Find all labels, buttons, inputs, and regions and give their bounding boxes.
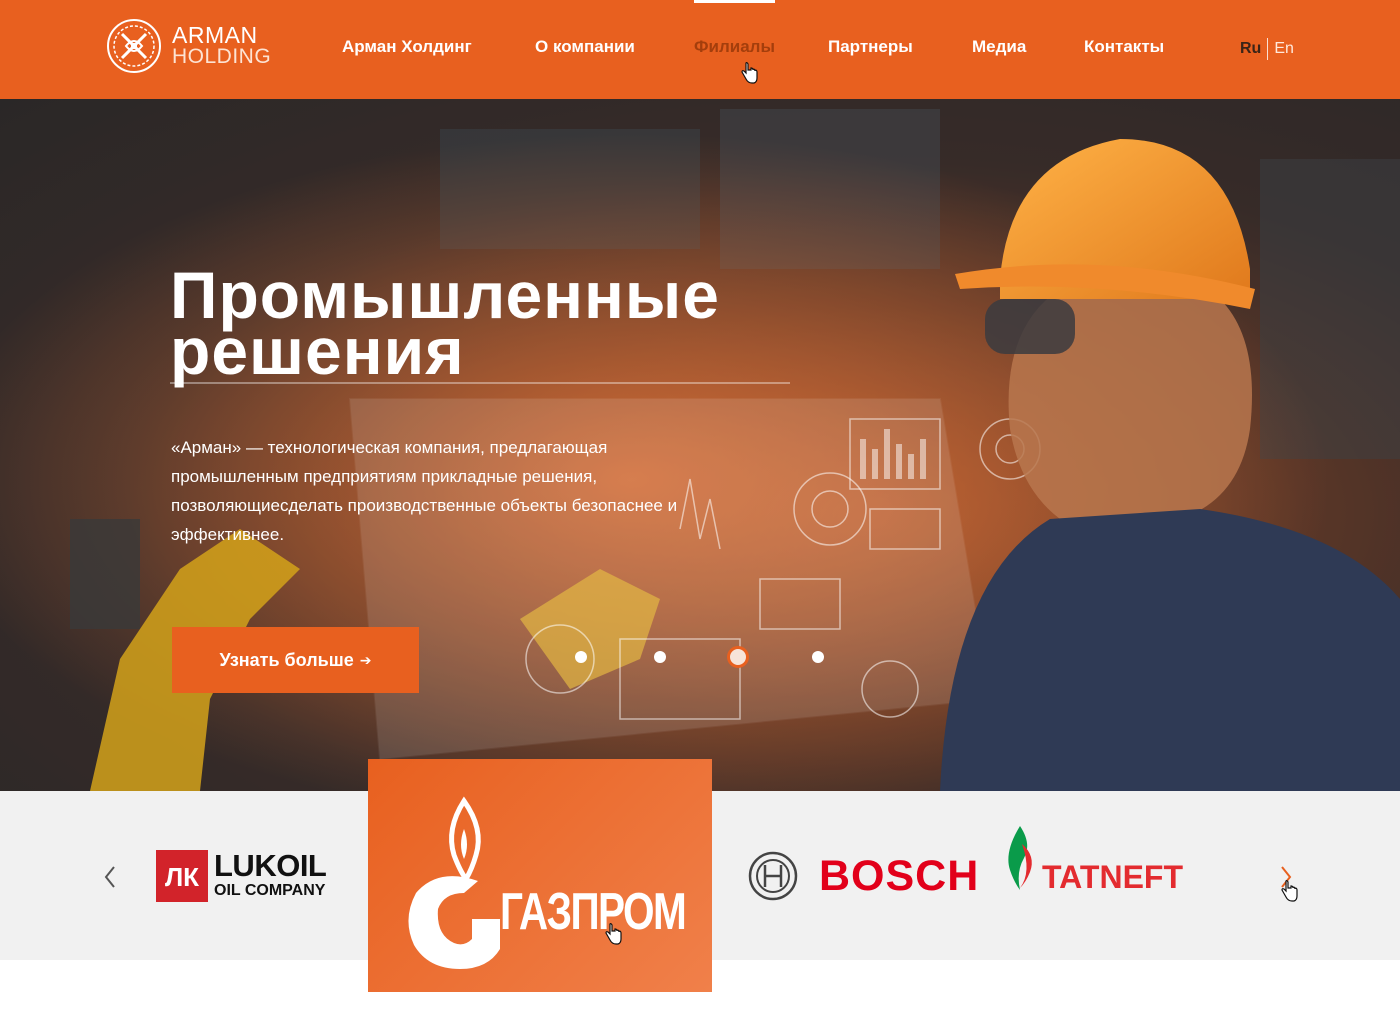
partner-bosch[interactable]: BOSCH [748, 850, 978, 902]
nav-item-contacts[interactable]: Контакты [1084, 0, 1164, 93]
hero-title: Промышленные решения [170, 262, 720, 384]
logo-line2: HOLDING [172, 45, 272, 68]
logo-line1: ARMAN [172, 22, 258, 48]
arman-logo-icon [107, 19, 161, 73]
gazprom-logo-icon [408, 796, 500, 969]
learn-more-button[interactable]: Узнать больше ➔ [172, 627, 419, 693]
hand-cursor-icon [605, 923, 622, 945]
lukoil-subtitle: OIL COMPANY [214, 882, 326, 899]
slider-dot-3[interactable] [727, 646, 749, 668]
logo-text: ARMAN HOLDING [172, 22, 272, 68]
slider-dot-1[interactable] [575, 651, 587, 663]
nav-item-branches[interactable]: Филиалы [694, 0, 775, 93]
hand-cursor-icon [741, 62, 758, 84]
lukoil-mark: ЛК [165, 862, 199, 892]
logo[interactable]: ARMAN HOLDING [106, 18, 271, 74]
lukoil-logo-icon: ЛК [156, 850, 208, 902]
hero-description: «Арман» — технологическая компания, пред… [171, 438, 678, 544]
lang-divider [1267, 38, 1269, 60]
partner-tatneft[interactable]: TATNEFT [1000, 824, 1242, 896]
arrow-right-icon: ➔ [359, 651, 372, 668]
site-header: ARMAN HOLDING Арман Холдинг О компании Ф… [0, 0, 1400, 99]
learn-more-label: Узнать больше [219, 649, 354, 670]
language-switcher: Ru En [1240, 38, 1294, 60]
partner-gazprom-card[interactable]: ГАЗПРОМ [368, 759, 712, 992]
tatneft-name: TATNEFT [1042, 859, 1183, 895]
tatneft-logo-icon [1008, 826, 1032, 890]
lukoil-name: LUKOIL [214, 848, 327, 883]
nav-item-about[interactable]: О компании [535, 0, 635, 93]
nav-item-media[interactable]: Медиа [972, 0, 1026, 93]
hand-cursor-icon [1281, 880, 1298, 902]
gazprom-name: ГАЗПРОМ [500, 883, 687, 941]
bosch-name: BOSCH [819, 852, 980, 900]
lang-en[interactable]: En [1274, 40, 1294, 58]
hero-divider [170, 382, 790, 384]
slider-dot-2[interactable] [654, 651, 666, 663]
slider-dot-4[interactable] [812, 651, 824, 663]
lang-ru[interactable]: Ru [1240, 40, 1261, 58]
hero-section: Промышленные решения «Арман» — технологи… [0, 99, 1400, 791]
nav-item-partners[interactable]: Партнеры [828, 0, 913, 93]
bosch-logo-icon [748, 851, 798, 901]
partner-lukoil[interactable]: ЛК LUKOIL OIL COMPANY [156, 850, 336, 902]
nav-item-arman-holding[interactable]: Арман Холдинг [342, 0, 472, 93]
chevron-left-icon[interactable] [100, 862, 120, 892]
